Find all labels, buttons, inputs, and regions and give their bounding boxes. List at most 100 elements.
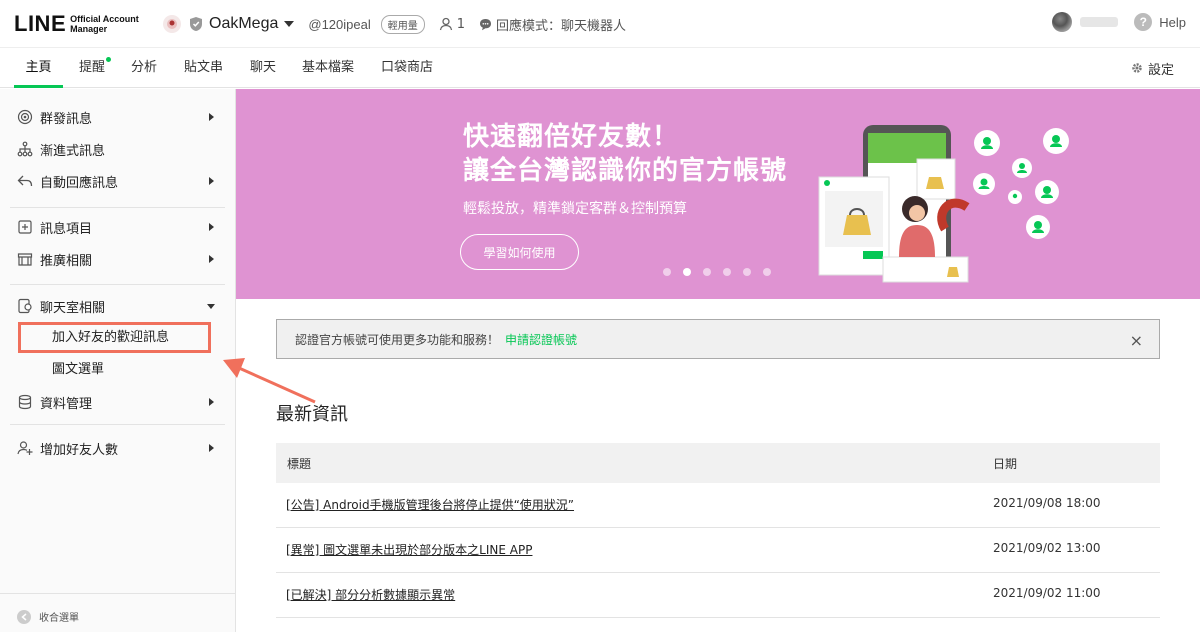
sidebar-item-label: 自動回應訊息 [40,175,119,191]
account-switcher[interactable]: OakMega @120ipeal 輕用量 1 回應模式：聊天機器人 [163,12,626,36]
chevron-right-icon [209,255,214,263]
carousel-dot[interactable] [763,268,771,276]
column-header-date: 日期 [993,456,1018,471]
carousel-dots [663,268,783,276]
sidebar-item-label: 訊息項目 [40,221,93,237]
tab-shop[interactable]: 口袋商店 [381,48,433,88]
chevron-right-icon [209,177,214,185]
chevron-right-icon [209,444,214,452]
response-mode[interactable]: 回應模式：聊天機器人 [479,15,626,34]
logo-subtext: Official Account Manager [70,14,139,34]
gear-icon [1132,63,1142,73]
tab-profile[interactable]: 基本檔案 [302,48,354,88]
apply-verification-link[interactable]: 申請認證帳號 [505,331,577,348]
sidebar-divider [10,207,225,208]
tab-timeline[interactable]: 貼文串 [184,48,223,88]
promotion-icon [17,253,33,266]
reply-icon [17,175,33,187]
sidebar-item-chatroom[interactable]: 聊天室相關 [0,292,236,320]
carousel-dot[interactable] [703,268,711,276]
learn-more-button[interactable]: 學習如何使用 [460,234,579,270]
close-icon[interactable]: × [1130,331,1143,350]
table-row: [異常] 圖文選單未出現於部分版本之LINE APP 2021/09/02 13… [276,528,1160,573]
sidebar-item-label: 資料管理 [40,396,93,412]
main-tabs: 主頁 提醒 分析 貼文串 聊天 基本檔案 口袋商店 設定 [0,48,1200,88]
sidebar-item-step-message[interactable]: 漸進式訊息 [0,135,236,163]
news-link[interactable]: [公告] Android手機版管理後台將停止提供“使用狀況” [286,496,574,513]
tab-notifications-label: 提醒 [79,60,106,75]
user-name-blurred[interactable] [1080,17,1119,27]
logo-text: LINE [14,11,67,36]
sidebar-item-label: 群發訊息 [40,111,93,127]
account-avatar [163,15,181,33]
database-icon [18,394,32,410]
tab-profile-label: 基本檔案 [302,60,355,75]
collapse-menu-button[interactable]: 收合選單 [17,609,79,624]
sidebar: 群發訊息 漸進式訊息 自動回應訊息 訊息項目 推廣相關 聊天室相關 加入好友的歡… [0,89,236,632]
tab-chat-label: 聊天 [250,60,277,75]
person-icon [439,17,452,31]
account-name[interactable]: OakMega [209,15,278,33]
settings-link[interactable]: 設定 [1131,48,1174,88]
help-icon[interactable]: ? [1134,13,1153,31]
sidebar-item-auto-reply[interactable]: 自動回應訊息 [0,167,236,195]
carousel-dot-active[interactable] [683,268,691,276]
help-link[interactable]: Help [1159,15,1186,30]
chevron-down-icon[interactable] [284,21,295,27]
carousel-dot[interactable] [663,268,671,276]
sidebar-item-broadcast[interactable]: 群發訊息 [0,103,236,131]
banner-subtitle: 輕鬆投放，精準鎖定客群＆控制預算 [463,201,687,217]
user-avatar[interactable] [1052,12,1073,32]
table-row: [公告] Android手機版管理後台將停止提供“使用狀況” 2021/09/0… [276,483,1160,528]
news-date: 2021/09/02 13:00 [993,541,1101,555]
banner-headline-line-1: 快速翻倍好友數！ [463,122,680,152]
chevron-left-icon [17,609,31,624]
carousel-dot[interactable] [743,268,751,276]
tab-chat[interactable]: 聊天 [250,48,276,88]
notification-dot [106,57,112,62]
top-bar: LINE Official Account Manager OakMega @12… [0,0,1200,48]
table-row: [已解決] 部分分析數據顯示異常 2021/09/02 11:00 [276,573,1160,618]
sidebar-item-label: 漸進式訊息 [40,143,106,159]
tab-timeline-label: 貼文串 [184,60,224,75]
response-mode-label: 回應模式：聊天機器人 [496,18,627,34]
collapse-menu-label: 收合選單 [39,613,79,624]
friend-count: 1 [439,17,465,32]
sidebar-subitem-rich-menu[interactable]: 圖文選單 [52,360,104,380]
broadcast-icon [17,109,33,125]
sidebar-item-message-items[interactable]: 訊息項目 [0,213,236,241]
sidebar-item-add-friends[interactable]: 增加好友人數 [0,434,236,462]
friend-count-value: 1 [456,16,466,32]
news-date: 2021/09/02 11:00 [993,586,1101,600]
tab-notifications[interactable]: 提醒 [79,48,112,88]
tab-analytics[interactable]: 分析 [131,48,157,88]
chatroom-icon [18,298,32,314]
news-table: 標題 日期 [公告] Android手機版管理後台將停止提供“使用狀況” 202… [276,443,1160,618]
tab-home[interactable]: 主頁 [14,48,63,88]
sidebar-divider [10,424,225,425]
message-item-icon [18,220,32,234]
chevron-right-icon [209,113,214,121]
sidebar-item-data-management[interactable]: 資料管理 [0,388,236,416]
sidebar-footer-divider [0,593,236,594]
banner-headline-line-2: 讓全台灣認識你的官方帳號 [463,156,788,186]
tab-home-label: 主頁 [25,60,52,75]
logo-sub-line-2: Manager [70,24,108,34]
notice-text: 認證官方帳號可使用更多功能和服務！ [295,332,500,347]
line-logo[interactable]: LINE Official Account Manager [14,11,139,37]
banner-illustration [818,125,1069,283]
user-area: ? Help [1052,12,1186,32]
highlight-box [18,322,211,353]
news-link[interactable]: [已解決] 部分分析數據顯示異常 [286,586,455,603]
carousel-dot[interactable] [723,268,731,276]
sidebar-divider [10,284,225,285]
sidebar-item-label: 增加好友人數 [40,442,119,458]
news-link[interactable]: [異常] 圖文選單未出現於部分版本之LINE APP [286,541,532,558]
tab-shop-label: 口袋商店 [381,60,434,75]
account-id: @120ipeal [308,16,371,32]
banner-headline: 快速翻倍好友數！ 讓全台灣認識你的官方帳號 [463,120,787,188]
promo-banner[interactable]: 快速翻倍好友數！ 讓全台灣認識你的官方帳號 輕鬆投放，精準鎖定客群＆控制預算 學… [236,89,1200,299]
sidebar-item-promotion[interactable]: 推廣相關 [0,245,236,273]
step-message-icon [17,141,33,157]
table-header: 標題 日期 [276,443,1160,483]
